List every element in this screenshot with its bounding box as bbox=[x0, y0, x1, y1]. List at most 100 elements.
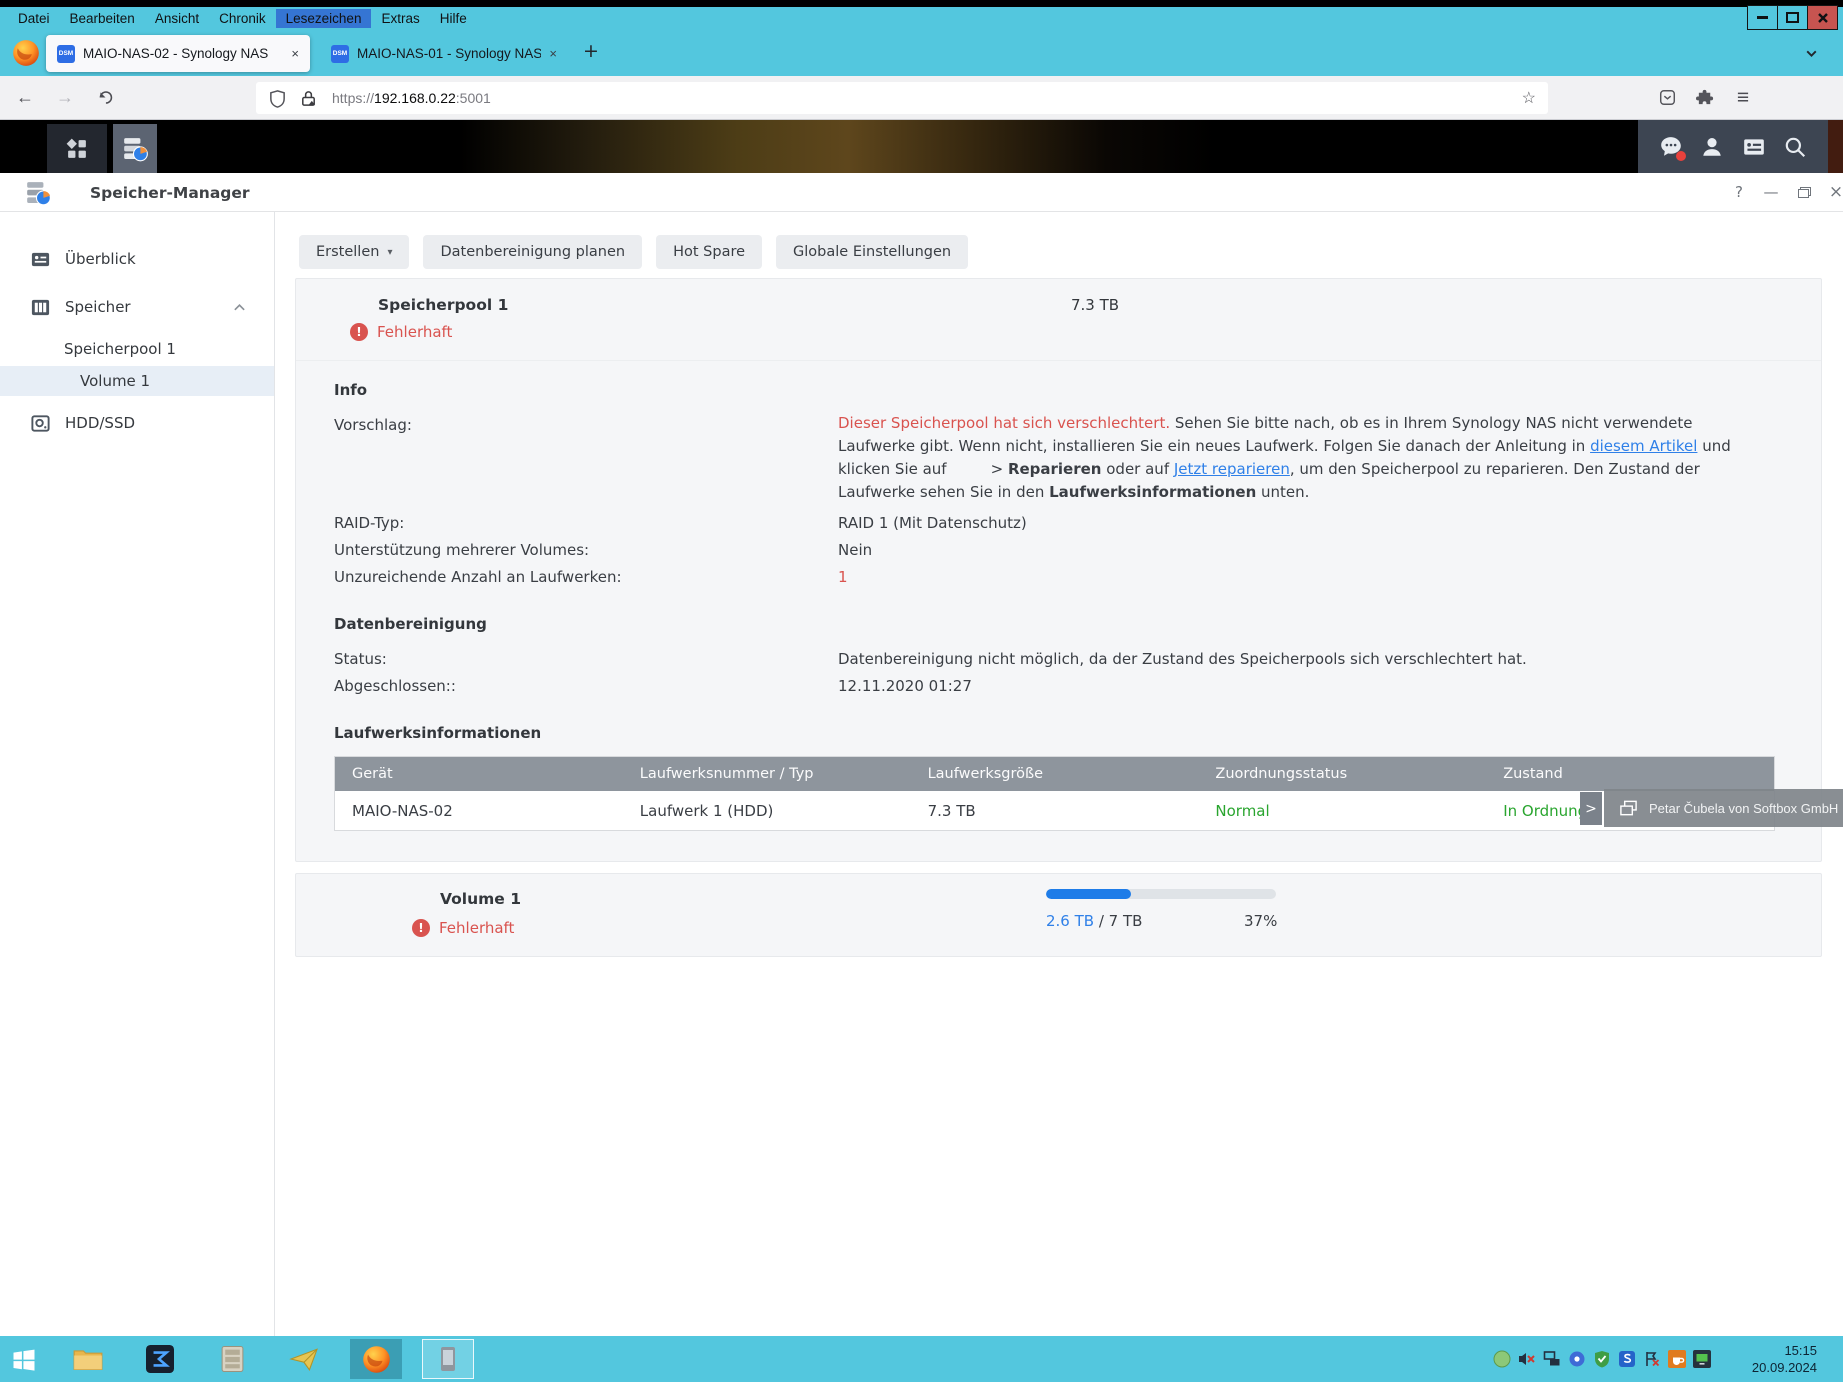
menu-ansicht[interactable]: Ansicht bbox=[145, 9, 209, 28]
repair-now-link[interactable]: Jetzt reparieren bbox=[1174, 460, 1290, 478]
taskbar-remote-device[interactable] bbox=[422, 1339, 474, 1379]
dsm-storage-manager-task-button[interactable] bbox=[113, 124, 157, 173]
row-value: Datenbereinigung nicht möglich, da der Z… bbox=[838, 646, 1775, 673]
search-button[interactable] bbox=[1783, 135, 1807, 159]
sidebar-item-ueberblick[interactable]: Überblick bbox=[0, 244, 274, 274]
raid-type-row: RAID-Typ: RAID 1 (Mit Datenschutz) bbox=[334, 510, 1775, 537]
volume-panel[interactable]: Volume 1 ! Fehlerhaft 2.6 TB / 7 TB 37% bbox=[295, 873, 1822, 957]
firefox-icon bbox=[362, 1345, 391, 1374]
cell-geraet: MAIO-NAS-02 bbox=[335, 802, 623, 820]
app-close-button[interactable]: × bbox=[1821, 173, 1843, 211]
global-settings-button[interactable]: Globale Einstellungen bbox=[776, 235, 968, 269]
suggestion-label: Vorschlag: bbox=[334, 412, 838, 504]
browser-tabbar: DSM MAIO-NAS-02 - Synology NAS × DSM MAI… bbox=[0, 30, 1843, 76]
clock-time: 15:15 bbox=[1752, 1342, 1817, 1359]
new-tab-button[interactable]: + bbox=[583, 40, 599, 62]
row-detail-chevron-button[interactable]: > bbox=[1580, 792, 1602, 825]
app-titlebar[interactable]: Speicher-Manager ? — × bbox=[0, 173, 1843, 212]
sbx-tray-icon[interactable] bbox=[1493, 1350, 1511, 1368]
total-amount: / 7 TB bbox=[1094, 912, 1142, 930]
start-button[interactable] bbox=[10, 1345, 38, 1377]
schedule-scrubbing-button[interactable]: Datenbereinigung planen bbox=[423, 235, 642, 269]
notifications-button[interactable] bbox=[1659, 135, 1683, 159]
remote-display-icon[interactable] bbox=[1693, 1350, 1711, 1368]
tab-maio-nas-02[interactable]: DSM MAIO-NAS-02 - Synology NAS × bbox=[46, 35, 310, 72]
back-button[interactable]: ← bbox=[8, 76, 42, 119]
drive-table-row[interactable]: MAIO-NAS-02 Laufwerk 1 (HDD) 7.3 TB Norm… bbox=[335, 791, 1774, 830]
scrubbing-section: Datenbereinigung Status: Datenbereinigun… bbox=[334, 615, 1775, 700]
sidebar-item-label: Speicherpool 1 bbox=[64, 340, 176, 358]
app-menu-icon[interactable]: ≡ bbox=[1726, 76, 1760, 119]
volume-muted-icon[interactable] bbox=[1518, 1350, 1536, 1368]
volume-status-label: Fehlerhaft bbox=[439, 919, 514, 937]
extensions-puzzle-icon[interactable] bbox=[1688, 76, 1722, 119]
menu-chronik[interactable]: Chronik bbox=[209, 9, 276, 28]
java-update-icon[interactable] bbox=[1668, 1350, 1686, 1368]
remote-device-icon bbox=[435, 1345, 461, 1373]
security-shield-icon[interactable] bbox=[1593, 1350, 1611, 1368]
clock-date: 20.09.2024 bbox=[1752, 1359, 1817, 1376]
synology-assistant-icon[interactable] bbox=[1618, 1350, 1636, 1368]
sidebar-item-speicher[interactable]: Speicher bbox=[0, 292, 274, 322]
taskbar-clock[interactable]: 15:15 20.09.2024 bbox=[1752, 1342, 1817, 1376]
window-restore-button[interactable] bbox=[1777, 5, 1808, 30]
pool-header: Speicherpool 1 7.3 TB ! Fehlerhaft bbox=[296, 279, 1821, 361]
tab-close-icon[interactable]: × bbox=[283, 46, 299, 61]
dsm-main-menu-button[interactable] bbox=[47, 124, 107, 173]
taskbar-file-explorer[interactable] bbox=[62, 1339, 114, 1379]
input-method-icon[interactable] bbox=[1568, 1350, 1586, 1368]
menu-bearbeiten[interactable]: Bearbeiten bbox=[60, 9, 145, 28]
menu-hilfe[interactable]: Hilfe bbox=[430, 9, 477, 28]
sidebar-item-volume-1[interactable]: Volume 1 bbox=[0, 366, 274, 396]
menu-lesezeichen[interactable]: Lesezeichen bbox=[276, 9, 372, 28]
article-link[interactable]: diesem Artikel bbox=[1590, 437, 1697, 455]
create-button[interactable]: Erstellen ▾ bbox=[299, 235, 409, 269]
taskbar-dark-app[interactable] bbox=[134, 1339, 186, 1379]
bookmark-star-icon[interactable]: ☆ bbox=[1522, 88, 1536, 108]
app-restore-button[interactable] bbox=[1789, 173, 1819, 211]
list-tabs-chevron-icon[interactable] bbox=[1804, 46, 1819, 61]
search-icon bbox=[1783, 135, 1807, 159]
tab-title: MAIO-NAS-02 - Synology NAS bbox=[83, 46, 268, 61]
app-minimize-button[interactable]: — bbox=[1756, 173, 1786, 211]
suggestion-part: unten. bbox=[1256, 483, 1309, 501]
user-menu-button[interactable] bbox=[1700, 135, 1724, 159]
window-minimize-button[interactable] bbox=[1747, 5, 1778, 30]
url-scheme: https:// bbox=[332, 90, 374, 106]
hot-spare-button[interactable]: Hot Spare bbox=[656, 235, 762, 269]
reload-button[interactable] bbox=[88, 76, 122, 119]
storage-manager-icon bbox=[25, 180, 51, 206]
tracking-shield-icon[interactable] bbox=[268, 89, 287, 108]
menu-extras[interactable]: Extras bbox=[371, 9, 429, 28]
col-geraet: Gerät bbox=[335, 766, 623, 782]
storage-pool-panel: Speicherpool 1 7.3 TB ! Fehlerhaft Info … bbox=[295, 278, 1822, 862]
network-icon[interactable] bbox=[1543, 1350, 1561, 1368]
window-close-button[interactable] bbox=[1807, 5, 1838, 30]
multi-volume-row: Unterstützung mehrerer Volumes: Nein bbox=[334, 537, 1775, 564]
url-host: 192.168.0.22 bbox=[374, 90, 456, 106]
widgets-button[interactable] bbox=[1742, 135, 1766, 159]
user-icon bbox=[1700, 135, 1724, 159]
menu-datei[interactable]: Datei bbox=[8, 9, 60, 28]
widgets-icon bbox=[1742, 135, 1766, 159]
lock-warning-icon[interactable] bbox=[299, 89, 318, 108]
tab-maio-nas-01[interactable]: DSM MAIO-NAS-01 - Synology NAS × bbox=[320, 35, 568, 72]
pocket-icon[interactable] bbox=[1650, 76, 1684, 119]
url-bar[interactable]: https://192.168.0.22:5001 ☆ bbox=[256, 82, 1548, 114]
chevron-up-icon[interactable] bbox=[233, 303, 246, 312]
close-icon bbox=[1817, 12, 1829, 24]
tab-close-icon[interactable]: × bbox=[541, 46, 557, 61]
taskbar-file-cabinet[interactable] bbox=[206, 1339, 258, 1379]
scrubbing-heading: Datenbereinigung bbox=[334, 615, 1775, 633]
app-help-button[interactable]: ? bbox=[1724, 173, 1754, 211]
scrub-status-row: Status: Datenbereinigung nicht möglich, … bbox=[334, 646, 1775, 673]
sidebar-item-speicherpool-1[interactable]: Speicherpool 1 bbox=[0, 334, 274, 364]
col-zuordnungsstatus: Zuordnungsstatus bbox=[1198, 766, 1486, 782]
taskbar-firefox[interactable] bbox=[350, 1339, 402, 1379]
action-flag-icon[interactable] bbox=[1643, 1350, 1661, 1368]
row-label: Status: bbox=[334, 646, 838, 673]
browser-navbar: ← → https://192.168.0.22:5001 ☆ bbox=[0, 76, 1843, 120]
forward-button[interactable]: → bbox=[48, 76, 82, 119]
taskbar-send-app[interactable] bbox=[278, 1339, 330, 1379]
sidebar-item-hdd-ssd[interactable]: HDD/SSD bbox=[0, 408, 274, 438]
